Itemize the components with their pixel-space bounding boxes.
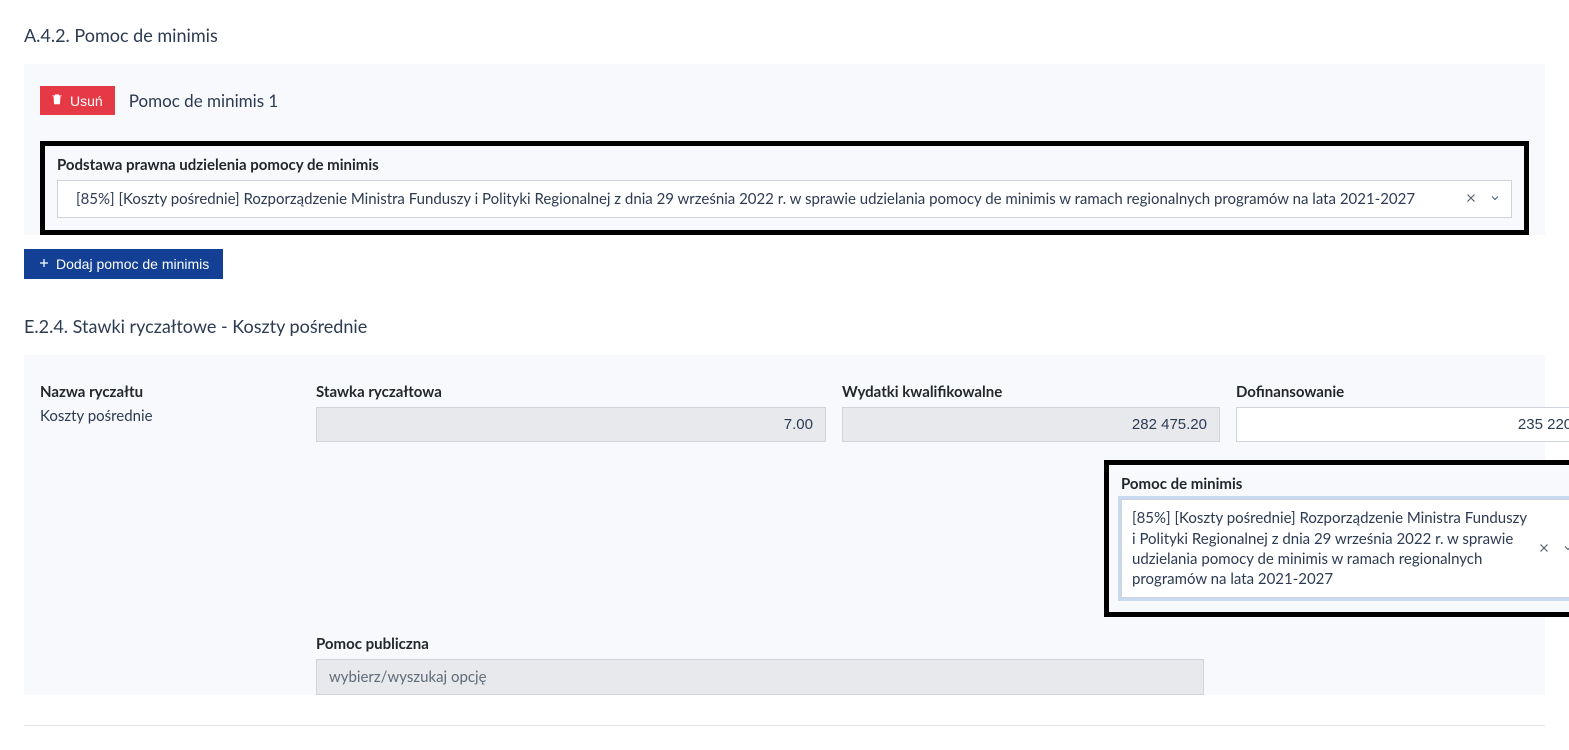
dofinansowanie-input[interactable] [1236, 407, 1569, 442]
legal-basis-highlight-box: Podstawa prawna udzielenia pomocy de min… [40, 141, 1529, 235]
pomoc-de-minimis-value: [85%] [Koszty pośrednie] Rozporządzenie … [1132, 508, 1528, 589]
clear-icon[interactable] [1538, 540, 1550, 558]
pomoc-publiczna-select[interactable]: wybierz/wyszukaj opcję [316, 659, 1204, 695]
nazwa-ryczaltu-value: Koszty pośrednie [40, 407, 300, 425]
trash-icon [50, 92, 64, 109]
de-minimis-item-title: Pomoc de minimis 1 [129, 90, 279, 111]
col-stawka: Stawka ryczałtowa [316, 383, 826, 442]
stawka-label: Stawka ryczałtowa [316, 383, 826, 401]
de-minimis-item-header: Usuń Pomoc de minimis 1 [40, 86, 1529, 115]
legal-basis-value: [85%] [Koszty pośrednie] Rozporządzenie … [76, 189, 1455, 209]
col-nazwa-ryczaltu: Nazwa ryczałtu Koszty pośrednie [40, 383, 300, 425]
pomoc-de-minimis-label: Pomoc de minimis [1121, 475, 1569, 493]
legal-basis-label: Podstawa prawna udzielenia pomocy de min… [57, 156, 1512, 174]
nazwa-ryczaltu-label: Nazwa ryczałtu [40, 383, 300, 401]
delete-button[interactable]: Usuń [40, 86, 115, 115]
col-dofinansowanie: Dofinansowanie [1236, 383, 1569, 442]
pomoc-de-minimis-highlight-box: Pomoc de minimis [85%] [Koszty pośrednie… [1104, 460, 1569, 617]
wydatki-label: Wydatki kwalifikowalne [842, 383, 1220, 401]
add-de-minimis-button[interactable]: Dodaj pomoc de minimis [24, 249, 223, 279]
panel-e24: Nazwa ryczałtu Koszty pośrednie Stawka r… [24, 355, 1545, 695]
wydatki-input [842, 407, 1220, 442]
clear-icon[interactable] [1465, 190, 1477, 208]
pomoc-de-minimis-select[interactable]: [85%] [Koszty pośrednie] Rozporządzenie … [1121, 499, 1569, 598]
pomoc-publiczna-label: Pomoc publiczna [316, 635, 1204, 653]
divider [24, 725, 1545, 726]
legal-basis-select[interactable]: [85%] [Koszty pośrednie] Rozporządzenie … [57, 180, 1512, 218]
plus-icon [38, 256, 50, 272]
dofinansowanie-label: Dofinansowanie [1236, 383, 1569, 401]
stawka-input [316, 407, 826, 442]
col-wydatki: Wydatki kwalifikowalne [842, 383, 1220, 442]
chevron-down-icon[interactable] [1562, 540, 1569, 558]
section-a42-heading: A.4.2. Pomoc de minimis [24, 24, 1545, 46]
col-pomoc-publiczna: Pomoc publiczna wybierz/wyszukaj opcję [316, 635, 1220, 695]
pomoc-publiczna-placeholder: wybierz/wyszukaj opcję [329, 668, 487, 686]
section-e24-heading: E.2.4. Stawki ryczałtowe - Koszty pośred… [24, 315, 1545, 337]
panel-a42: Usuń Pomoc de minimis 1 Podstawa prawna … [24, 64, 1545, 235]
chevron-down-icon[interactable] [1489, 190, 1501, 208]
add-button-label: Dodaj pomoc de minimis [56, 256, 209, 272]
delete-button-label: Usuń [70, 93, 103, 109]
